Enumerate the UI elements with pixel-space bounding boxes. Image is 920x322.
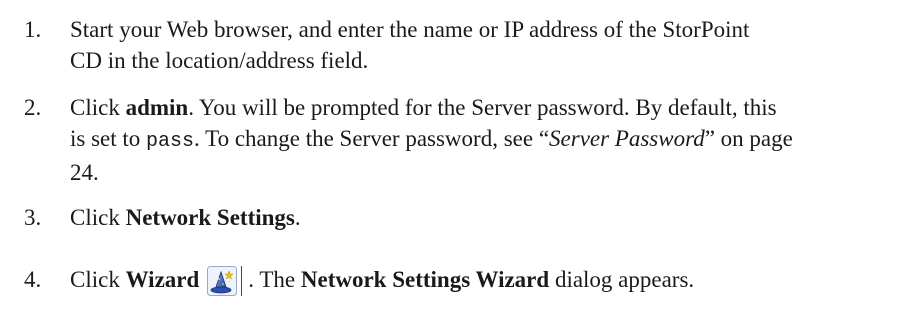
step-number: 4.	[24, 267, 42, 292]
text-run: Click	[70, 95, 126, 120]
step-text: Click admin. You will be prompted for th…	[70, 92, 916, 188]
text-run: . You will be prompted for the Server pa…	[188, 95, 777, 120]
step-line: is set to pass. To change the Server pas…	[70, 123, 916, 157]
network-settings-wizard-label: Network Settings Wizard	[300, 267, 550, 292]
text-run: Click	[70, 267, 126, 292]
step-number: 3.	[24, 205, 42, 230]
step-line: Click Network Settings.	[70, 202, 916, 233]
step-text: Click Network Settings.	[70, 202, 916, 233]
network-settings-label: Network Settings	[125, 205, 295, 230]
text-run: Click	[70, 205, 126, 230]
text-run: ” on page	[704, 126, 793, 151]
wizard-label: Wizard	[125, 267, 200, 292]
step-line: Click admin. You will be prompted for th…	[70, 92, 916, 123]
wizard-hat-icon	[207, 266, 238, 296]
text-run: is set to	[70, 126, 147, 151]
text-run: .	[294, 205, 301, 230]
default-password-code: pass	[146, 130, 195, 153]
step-text: Click Wizard . The Network Settings Wiza…	[70, 264, 916, 296]
step-text: Start your Web browser, and enter the na…	[70, 14, 916, 76]
text-run: . To change the Server password, see “	[194, 126, 550, 151]
step-number: 2.	[24, 95, 42, 120]
text-run: dialog appears.	[549, 267, 695, 292]
icon-divider	[241, 266, 243, 296]
admin-link-label: admin	[125, 95, 189, 120]
step-line: Start your Web browser, and enter the na…	[70, 17, 750, 42]
server-password-reference: Server Password	[549, 126, 705, 151]
step-line: Click Wizard . The Network Settings Wiza…	[70, 264, 916, 296]
step-number: 1.	[24, 17, 42, 42]
step-line: CD in the location/address field.	[70, 48, 369, 73]
text-run: . The	[248, 267, 301, 292]
step-line: 24.	[70, 160, 99, 185]
